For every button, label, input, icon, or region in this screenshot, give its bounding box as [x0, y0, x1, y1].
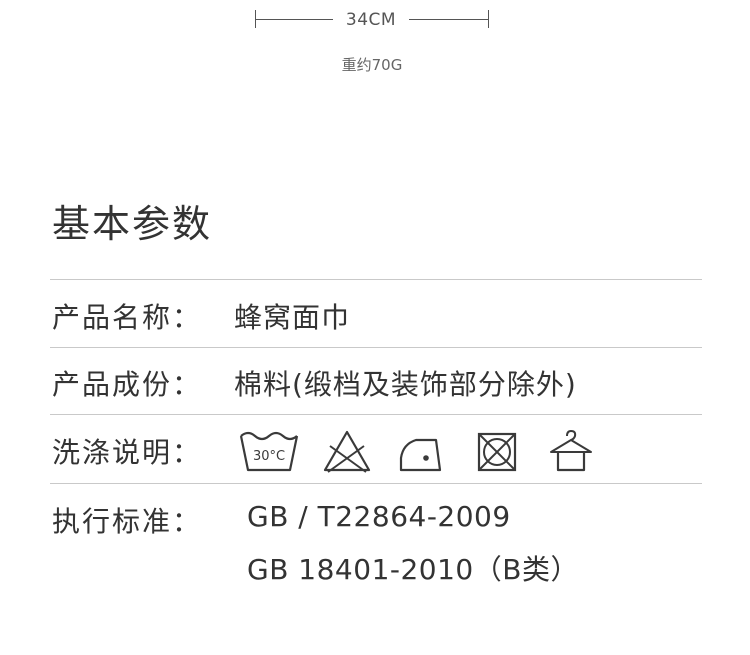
table-divider: [50, 279, 702, 280]
param-value-material: 棉料(缎档及装饰部分除外): [234, 368, 577, 401]
width-label: 34CM: [345, 10, 397, 30]
care-instructions: 30°C: [238, 428, 598, 478]
param-label-material: 产品成份：: [52, 368, 203, 401]
table-divider: [50, 483, 702, 484]
param-label-care: 洗涤说明：: [52, 436, 203, 469]
hang-dry-icon: [550, 429, 592, 472]
param-value-standard-1: GB / T22864-2009: [247, 500, 511, 533]
section-title: 基本参数: [52, 202, 213, 246]
param-label-name: 产品名称：: [52, 301, 203, 334]
dimension-right-line: [409, 19, 489, 20]
param-value-name: 蜂窝面巾: [234, 301, 351, 334]
wash-30c-icon: 30°C: [239, 431, 299, 472]
dimension-left-line: [255, 19, 333, 20]
weight-label: 重约70G: [341, 56, 403, 74]
dimension-right-cap: [488, 10, 489, 28]
table-divider: [50, 347, 702, 348]
param-label-standard: 执行标准：: [52, 505, 203, 538]
iron-low-icon: [399, 438, 442, 472]
do-not-bleach-icon: [323, 430, 371, 473]
width-dimension: 34CM: [255, 8, 490, 32]
table-divider: [50, 414, 702, 415]
do-not-tumble-dry-icon: [477, 432, 517, 472]
wash-temperature-label: 30°C: [253, 449, 285, 464]
param-value-standard-2: GB 18401-2010（B类）: [247, 553, 579, 586]
